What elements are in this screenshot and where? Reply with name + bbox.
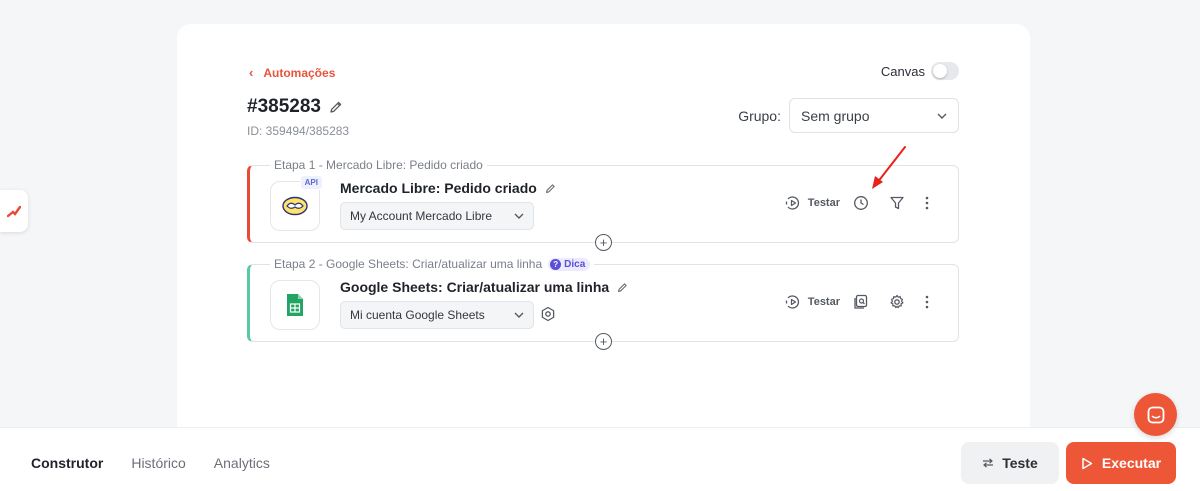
swap-arrows-icon: [983, 458, 994, 468]
add-step-button[interactable]: +: [595, 333, 612, 350]
tip-badge[interactable]: ? Dica: [548, 257, 591, 271]
automation-id: ID: 359494/385283: [247, 124, 350, 138]
chevron-down-icon: [514, 213, 524, 219]
play-circle-icon: [785, 295, 799, 309]
step-1-actions: Testar: [785, 194, 936, 212]
filter-icon[interactable]: [888, 194, 906, 212]
group-select[interactable]: Sem grupo: [789, 98, 959, 133]
back-label: Automações: [263, 65, 336, 80]
canvas-label: Canvas: [880, 63, 925, 79]
gear-icon[interactable]: [888, 293, 906, 311]
question-icon: ?: [550, 258, 562, 270]
play-circle-icon: [785, 196, 799, 210]
canvas-toggle: Canvas: [881, 62, 959, 80]
chat-icon: [1147, 406, 1164, 423]
step-1: Etapa 1 - Mercado Libre: Pedido criado A…: [247, 158, 959, 251]
chevron-down-icon: [514, 312, 524, 318]
run-button[interactable]: Executar: [1066, 442, 1176, 484]
annotation-arrow-icon: [872, 146, 906, 189]
canvas-switch[interactable]: [931, 62, 959, 80]
step-2-name: Google Sheets: Criar/atualizar uma linha: [340, 279, 628, 295]
step-1-legend: Etapa 1 - Mercado Libre: Pedido criado: [270, 158, 487, 172]
automation-card: ‹ Automações Canvas #385283 ID: 359494/3…: [177, 24, 1030, 444]
add-step-button[interactable]: +: [595, 234, 612, 251]
data-preview-icon[interactable]: [852, 293, 870, 311]
account-settings-icon[interactable]: [540, 306, 556, 327]
bottom-bar: Construtor Histórico Analytics Teste Exe…: [0, 427, 1200, 491]
step-1-test-button[interactable]: Testar: [785, 195, 840, 211]
group-label: Grupo:: [738, 107, 781, 124]
edit-step-icon[interactable]: [617, 282, 628, 293]
mercado-libre-logo: API: [270, 175, 323, 231]
step-1-name: Mercado Libre: Pedido criado: [340, 180, 556, 196]
step-2-actions: Testar: [785, 293, 936, 311]
logo-mark-icon: [7, 205, 21, 218]
tab-historico[interactable]: Histórico: [131, 455, 185, 471]
clock-icon[interactable]: [852, 194, 870, 212]
test-button[interactable]: Teste: [961, 442, 1059, 484]
step-2-account-select[interactable]: Mi cuenta Google Sheets: [340, 301, 534, 329]
api-badge: API: [299, 175, 323, 190]
mercado-libre-icon: [282, 196, 308, 216]
chat-widget-button[interactable]: [1134, 393, 1177, 436]
footer-tabs: Construtor Histórico Analytics: [31, 455, 270, 471]
play-icon: [1082, 457, 1093, 469]
title-row: #385283: [247, 96, 343, 118]
side-panel-toggle[interactable]: [0, 190, 28, 232]
tab-analytics[interactable]: Analytics: [214, 455, 270, 471]
chevron-down-icon: [937, 113, 947, 119]
edit-step-icon[interactable]: [545, 183, 556, 194]
page-title: #385283: [247, 96, 321, 117]
chevron-left-icon: ‹: [249, 65, 254, 80]
step-2: Etapa 2 - Google Sheets: Criar/atualizar…: [247, 257, 959, 350]
more-vertical-icon[interactable]: [918, 293, 936, 311]
google-sheets-icon: [287, 294, 303, 316]
edit-title-icon[interactable]: [329, 100, 343, 114]
step-2-legend: Etapa 2 - Google Sheets: Criar/atualizar…: [270, 257, 595, 271]
group-selector: Grupo: Sem grupo: [738, 98, 959, 133]
step-1-account-select[interactable]: My Account Mercado Libre: [340, 202, 534, 230]
step-2-test-button[interactable]: Testar: [785, 294, 840, 310]
google-sheets-logo: [270, 280, 320, 330]
group-value: Sem grupo: [801, 107, 870, 124]
tab-construtor[interactable]: Construtor: [31, 455, 103, 471]
more-vertical-icon[interactable]: [918, 194, 936, 212]
back-link[interactable]: ‹ Automações: [249, 65, 335, 80]
